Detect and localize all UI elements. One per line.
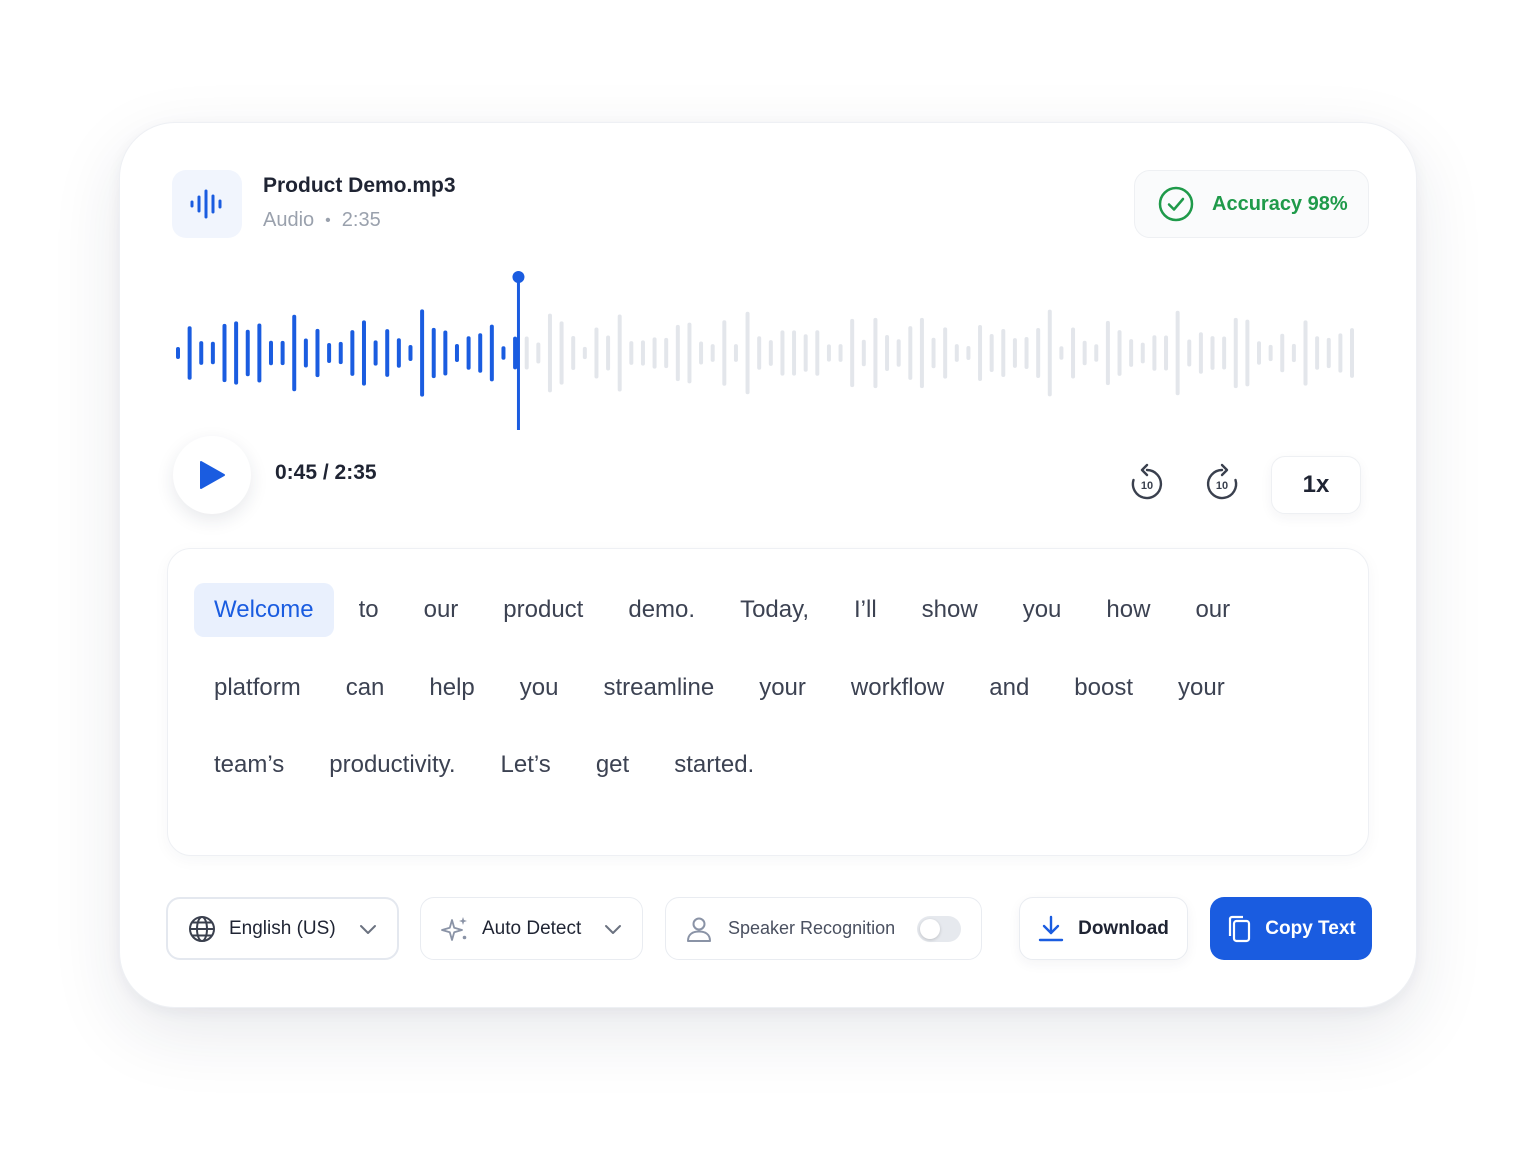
accuracy-badge: Accuracy 98% <box>1134 170 1369 238</box>
check-circle-icon <box>1158 186 1194 222</box>
chevron-down-icon <box>360 924 376 934</box>
transcript-word[interactable]: and <box>969 661 1049 715</box>
transcript-word[interactable]: platform <box>194 661 321 715</box>
copy-text-button[interactable]: Copy Text <box>1210 897 1372 960</box>
transcript-line: Welcome to our product demo. Today, I’ll show yo… <box>194 583 1255 637</box>
skip-forward-button[interactable]: 10 <box>1199 460 1245 506</box>
transcript-word[interactable]: you <box>500 661 579 715</box>
detect-value: Auto Detect <box>482 917 582 939</box>
transcript-word[interactable]: demo. <box>608 583 715 637</box>
transcript-word[interactable]: your <box>1158 661 1245 715</box>
file-type-badge <box>172 170 242 238</box>
transcript-word[interactable]: can <box>326 661 405 715</box>
download-button[interactable]: Download <box>1019 897 1188 960</box>
meta-separator: • <box>325 211 331 229</box>
file-duration: 2:35 <box>341 209 381 231</box>
transcript-word[interactable]: started. <box>654 738 774 792</box>
detect-select[interactable]: Auto Detect <box>420 897 643 960</box>
transcript-word[interactable]: product <box>483 583 603 637</box>
transcript-word[interactable]: Let’s <box>481 738 571 792</box>
forward-10-icon: 10 <box>1206 463 1238 500</box>
download-label: Download <box>1078 917 1169 939</box>
transcript-word[interactable]: help <box>409 661 494 715</box>
speaker-recognition-toggle[interactable] <box>917 916 961 942</box>
download-icon <box>1038 915 1064 941</box>
transcript-word[interactable]: boost <box>1054 661 1153 715</box>
play-button[interactable] <box>173 436 251 514</box>
file-name: Product Demo.mp3 <box>263 174 456 197</box>
skip-back-seconds: 10 <box>1141 480 1153 492</box>
transcript-word[interactable]: our <box>1175 583 1250 637</box>
waveform-icon <box>190 189 222 219</box>
speaker-label: Speaker Recognition <box>728 918 896 938</box>
transcript-word[interactable]: Today, <box>720 583 829 637</box>
copy-icon <box>1229 915 1251 942</box>
transcript-word[interactable]: I’ll <box>834 583 897 637</box>
transcript-word[interactable]: our <box>404 583 479 637</box>
transcript-word[interactable]: you <box>1003 583 1082 637</box>
skip-forward-seconds: 10 <box>1216 480 1228 492</box>
transcript-word[interactable]: show <box>902 583 998 637</box>
playhead-handle[interactable] <box>512 271 525 283</box>
transcript-word[interactable]: Welcome <box>194 583 334 637</box>
language-select[interactable]: English (US) <box>166 897 399 960</box>
copy-label: Copy Text <box>1265 917 1356 939</box>
transcript-word[interactable]: get <box>576 738 649 792</box>
globe-icon <box>189 915 215 942</box>
accuracy-label: Accuracy 98% <box>1212 192 1348 215</box>
transcript-panel: Welcome to our product demo. Today, I’ll show yo… <box>167 548 1369 856</box>
transcript-word[interactable]: your <box>739 661 826 715</box>
playback-time: 0:45 / 2:35 <box>275 461 377 484</box>
transcript-line: platform can help you streamline your workflow… <box>194 661 1250 715</box>
transcript-word[interactable]: to <box>339 583 399 637</box>
playback-speed-button[interactable]: 1x <box>1271 456 1361 514</box>
skip-back-button[interactable]: 10 <box>1124 460 1170 506</box>
transcript-word[interactable]: team’s <box>194 738 304 792</box>
toggle-knob <box>920 919 940 939</box>
audio-waveform[interactable] <box>170 265 1360 435</box>
sparkle-icon <box>441 916 467 941</box>
file-type: Audio <box>263 209 315 231</box>
chevron-down-icon <box>605 924 621 934</box>
transcript-word[interactable]: productivity. <box>309 738 475 792</box>
rewind-10-icon: 10 <box>1131 463 1163 500</box>
play-icon <box>200 461 225 489</box>
user-icon <box>687 917 711 942</box>
language-value: English (US) <box>229 917 336 939</box>
transcript-word[interactable]: streamline <box>583 661 734 715</box>
speaker-recognition-control: Speaker Recognition <box>665 897 982 960</box>
transcript-word[interactable]: how <box>1086 583 1170 637</box>
transcript-word[interactable]: workflow <box>831 661 964 715</box>
transcript-line: team’s productivity. Let’s get started. <box>194 738 779 792</box>
file-meta: Audio • 2:35 <box>263 209 381 232</box>
